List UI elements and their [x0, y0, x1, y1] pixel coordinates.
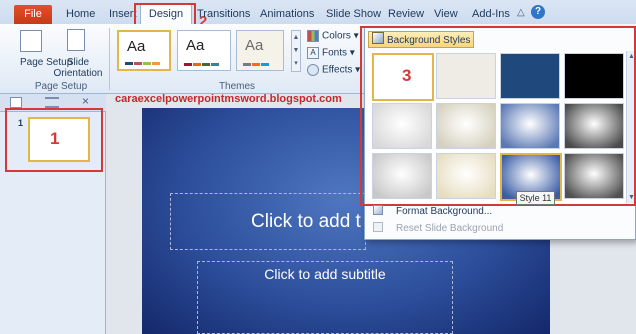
slide-orientation-button[interactable]: Slide Orientation	[52, 57, 104, 79]
callout-box-3	[360, 26, 636, 206]
theme-swatch	[193, 63, 201, 66]
fonts-icon: A	[307, 47, 319, 59]
theme-swatch	[243, 63, 251, 66]
reset-background-menu-item: Reset Slide Background	[396, 223, 504, 234]
tab-slide-show[interactable]: Slide Show	[326, 8, 381, 20]
group-separator	[109, 28, 110, 90]
tab-file[interactable]: File	[14, 5, 52, 24]
subtitle-placeholder-text: Click to add subtitle	[264, 266, 386, 282]
fonts-button[interactable]: A Fonts ▾	[307, 47, 355, 59]
style-tooltip: Style 11	[516, 191, 555, 205]
tab-insert[interactable]: Insert	[109, 8, 137, 20]
callout-number-1: 1	[50, 129, 60, 148]
effects-button[interactable]: Effects ▾	[307, 64, 360, 76]
fonts-label: Fonts	[322, 47, 348, 59]
slides-tab-icon[interactable]	[10, 97, 22, 108]
outline-tab-icon[interactable]	[45, 97, 59, 108]
theme-sample-text: Aa	[186, 37, 205, 54]
theme-swatch	[202, 63, 210, 66]
callout-box-2	[134, 3, 196, 26]
tab-review[interactable]: Review	[388, 8, 424, 20]
title-placeholder[interactable]: Click to add t	[170, 193, 366, 250]
theme-swatch	[143, 62, 151, 65]
blog-watermark: caraexcelpowerpointmsword.blogspot.com	[115, 93, 342, 105]
themes-gallery-scroll[interactable]: ▲ ▼ ▾	[291, 30, 301, 72]
theme-swatch	[134, 62, 142, 65]
themes-group-label: Themes	[218, 81, 256, 92]
tab-view[interactable]: View	[434, 8, 458, 20]
minimize-ribbon-icon[interactable]: △	[517, 7, 525, 18]
theme-swatch	[211, 63, 219, 66]
callout-number-3: 3	[402, 66, 412, 85]
page-setup-button[interactable]: Page Setup	[20, 57, 72, 68]
subtitle-placeholder[interactable]: Click to add subtitle	[197, 261, 453, 334]
reset-background-icon	[373, 222, 383, 232]
theme-swatch	[125, 62, 133, 65]
page-setup-group-label: Page Setup	[34, 81, 88, 92]
title-placeholder-text: Click to add t	[251, 211, 361, 232]
colors-label: Colors	[322, 30, 351, 42]
theme-swatch	[261, 63, 269, 66]
colors-icon	[307, 30, 319, 42]
theme-swatch	[252, 63, 260, 66]
tab-add-ins[interactable]: Add-Ins	[472, 8, 510, 20]
theme-adjacency[interactable]: Aa	[177, 30, 231, 71]
tab-transitions[interactable]: Transitions	[197, 8, 250, 20]
theme-office[interactable]: Aa	[117, 30, 171, 71]
tab-home[interactable]: Home	[66, 8, 95, 20]
help-icon[interactable]: ?	[531, 5, 545, 19]
theme-angles[interactable]: Aa	[236, 30, 284, 71]
effects-icon	[307, 64, 319, 76]
theme-swatch	[152, 62, 160, 65]
slide-orientation-icon	[67, 29, 85, 51]
tab-animations[interactable]: Animations	[260, 8, 314, 20]
theme-swatch	[184, 63, 192, 66]
close-pane-icon[interactable]: ×	[82, 94, 89, 108]
page-setup-icon	[20, 30, 42, 52]
format-background-icon	[373, 205, 383, 215]
colors-button[interactable]: Colors ▾	[307, 30, 359, 42]
theme-sample-text: Aa	[245, 37, 264, 54]
theme-sample-text: Aa	[127, 38, 146, 55]
format-background-menu-item[interactable]: Format Background...	[396, 206, 492, 217]
effects-label: Effects	[322, 64, 353, 76]
